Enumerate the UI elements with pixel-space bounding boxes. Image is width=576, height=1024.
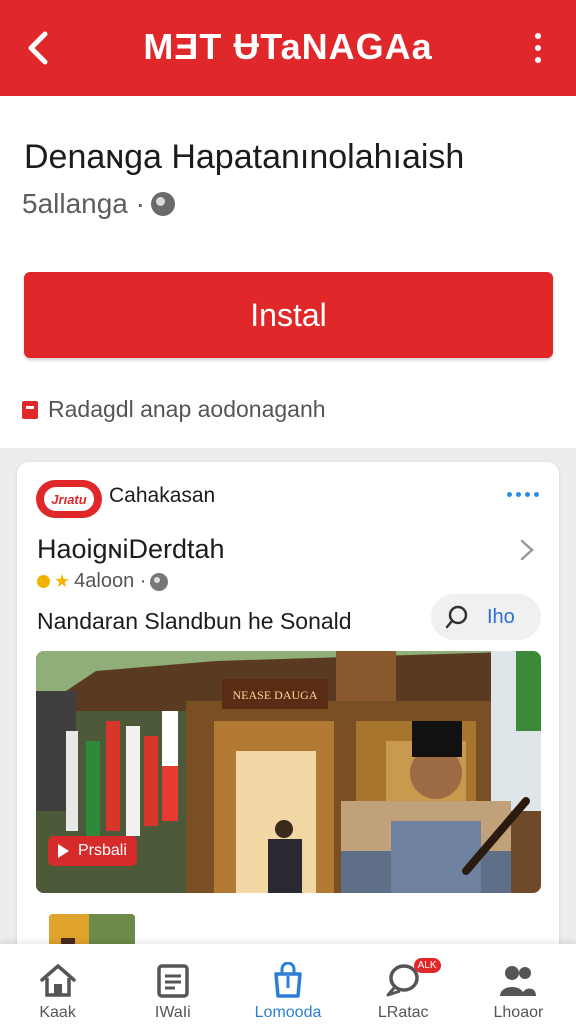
star-icon: ★ — [54, 571, 71, 591]
more-icon-dot — [535, 33, 541, 39]
home-icon — [39, 964, 76, 997]
nav-item-home[interactable]: Kaak — [0, 944, 115, 1024]
notice-text: Radagdl anap aodonaganh — [48, 396, 326, 422]
flag-icon — [22, 400, 38, 419]
rating-text: 4aloon · — [74, 570, 147, 592]
top-app-bar: MƎT ɄTaNAGAa — [0, 0, 576, 96]
back-button[interactable] — [18, 26, 58, 70]
developer-line: 5allanga · — [22, 188, 175, 220]
arrow-left-icon — [28, 31, 48, 65]
logo-text: Jrıatu — [44, 487, 94, 511]
nav-item-chat[interactable]: ALK LRatac — [346, 944, 461, 1024]
more-options-button[interactable] — [518, 26, 558, 70]
promo-image[interactable]: NEASE DAUGA Prsbali — [36, 651, 541, 893]
nav-label-clipboard: IWaIi — [154, 1004, 191, 1021]
nav-label-people: Lhoaor — [493, 1004, 544, 1021]
info-pill-button[interactable]: Iho — [431, 594, 541, 640]
people-icon — [500, 966, 537, 996]
bag-icon — [274, 962, 302, 998]
card-description: Nandaran Slandbun he Sonald — [37, 608, 352, 634]
bottom-navigation: Kaak IWaIi Lomooda ALK LRatac Lhoaor — [0, 944, 576, 1024]
promo-sign-text: NEASE DAUGA — [233, 688, 318, 702]
notification-badge: ALK — [413, 958, 441, 973]
card-more-button[interactable] — [507, 492, 539, 497]
nav-item-clipboard[interactable]: IWaIi — [115, 944, 230, 1024]
clipboard-icon — [157, 964, 189, 998]
publisher-name: Cahakasan — [109, 484, 216, 507]
notice: Radagdl anap aodonaganh — [22, 396, 326, 423]
app-header: Denaɴga Hapatanınolahıaish 5allanga · In… — [0, 96, 576, 448]
globe-icon — [150, 572, 169, 591]
more-icon-dot — [535, 57, 541, 63]
promo-badge-label: Prsbali — [78, 842, 127, 859]
coin-icon — [37, 575, 50, 588]
nav-label-bag: Lomooda — [254, 1004, 322, 1021]
promo-badge[interactable]: Prsbali — [48, 836, 137, 866]
rating-row: ★ 4aloon · — [37, 570, 169, 593]
nav-label-chat: LRatac — [377, 1004, 429, 1021]
dot — [534, 492, 539, 497]
dot — [516, 492, 521, 497]
dot — [525, 492, 530, 497]
app-title: MƎT ɄTaNAGAa — [143, 26, 433, 67]
globe-icon — [150, 192, 175, 216]
nav-item-bag[interactable]: Lomooda — [230, 944, 345, 1024]
dot — [507, 492, 512, 497]
pill-label: Iho — [487, 605, 515, 628]
nav-item-people[interactable]: Lhoaor — [461, 944, 576, 1024]
sponsored-card[interactable]: Jrıatu Cahakasan HaoigɴiDerdtah ★ 4aloon… — [17, 462, 559, 982]
nav-label-home: Kaak — [39, 1004, 76, 1021]
install-button[interactable]: Instal — [24, 272, 553, 358]
app-name: Denaɴga Hapatanınolahıaish — [24, 138, 465, 176]
play-icon — [58, 844, 69, 858]
more-icon-dot — [535, 45, 541, 51]
publisher-logo: Jrıatu — [36, 480, 102, 518]
search-icon — [445, 605, 468, 629]
chevron-right-icon[interactable] — [515, 536, 539, 564]
developer-name[interactable]: 5allanga · — [22, 188, 145, 220]
card-title[interactable]: HaoigɴiDerdtah — [37, 534, 225, 565]
